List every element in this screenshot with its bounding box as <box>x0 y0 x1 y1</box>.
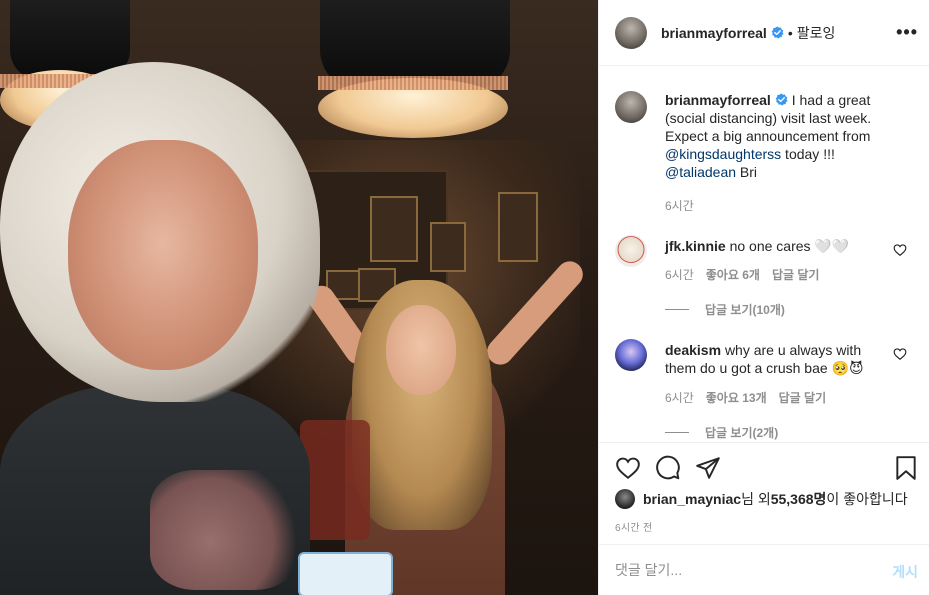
comment-body: no one cares 🤍🤍 <box>729 238 850 254</box>
comment-text: deakism why are u always with them do u … <box>665 341 875 377</box>
likes-text-1: 님 외 <box>741 491 771 507</box>
share-paper-plane-icon[interactable] <box>695 455 721 481</box>
commenter-avatar[interactable] <box>615 235 647 267</box>
post-comment-button[interactable]: 게시 <box>892 562 918 582</box>
photo-scene <box>0 0 598 595</box>
more-options-icon[interactable]: ••• <box>896 22 918 43</box>
comment-meta: 6시간 좋아요 13개 답글 달기 <box>665 389 826 406</box>
comments-section[interactable]: brianmayforreal I had a great (social di… <box>599 67 929 442</box>
caption-body-2: today !!! <box>781 146 835 162</box>
post-caption: brianmayforreal I had a great (social di… <box>615 91 915 181</box>
comment-timestamp[interactable]: 6시간 <box>665 389 694 406</box>
photo-wipes-pack <box>298 552 393 595</box>
post-header: brianmayforreal • 팔로잉 ••• <box>599 0 929 66</box>
photo-frame <box>498 192 538 262</box>
comment-item: deakism why are u always with them do u … <box>615 339 915 441</box>
liker-username[interactable]: brian_mayniac <box>643 491 741 507</box>
likes-text-2: 이 좋아합니다 <box>826 491 908 507</box>
view-replies-label[interactable]: 답글 보기(10개) <box>705 301 785 318</box>
caption-timestamp[interactable]: 6시간 <box>665 197 694 214</box>
view-replies-label[interactable]: 답글 보기(2개) <box>705 424 778 441</box>
photo-lamp-fringe <box>318 76 508 90</box>
photo-frame <box>430 222 466 272</box>
photo-frame <box>370 196 418 262</box>
photo-woman-face <box>386 305 456 395</box>
author-username[interactable]: brianmayforreal <box>661 25 767 41</box>
likes-summary: brian_mayniac 님 외 55,368명 이 좋아합니다 <box>615 489 908 509</box>
view-replies-button[interactable]: 답글 보기(2개) <box>665 424 778 441</box>
likes-count[interactable]: 55,368명 <box>771 489 827 509</box>
comment-meta: 6시간 좋아요 6개 답글 달기 <box>665 266 819 283</box>
comment-likes-count[interactable]: 좋아요 6개 <box>706 266 760 283</box>
mention-link-taliadean[interactable]: @taliadean <box>665 164 736 180</box>
commenter-username[interactable]: deakism <box>665 342 721 358</box>
comment-text: jfk.kinnie no one cares 🤍🤍 <box>665 237 875 255</box>
commenter-username[interactable]: jfk.kinnie <box>665 238 726 254</box>
verified-badge-icon <box>771 26 784 39</box>
author-avatar[interactable] <box>615 16 647 49</box>
verified-badge-icon <box>775 93 788 106</box>
replies-divider-line <box>665 309 689 310</box>
replies-divider-line <box>665 432 689 433</box>
post-timestamp[interactable]: 6시간 전 <box>615 519 652 534</box>
photo-chair <box>300 420 370 540</box>
reply-button[interactable]: 답글 달기 <box>772 266 820 283</box>
like-heart-icon[interactable] <box>615 455 641 481</box>
caption-text: brianmayforreal I had a great (social di… <box>665 91 895 181</box>
comment-like-heart-icon[interactable] <box>893 243 907 257</box>
comment-like-heart-icon[interactable] <box>893 347 907 361</box>
comment-likes-count[interactable]: 좋아요 13개 <box>706 389 767 406</box>
post-viewer: brianmayforreal • 팔로잉 ••• brianmayforrea… <box>0 0 929 595</box>
post-side-panel: brianmayforreal • 팔로잉 ••• brianmayforrea… <box>598 0 929 595</box>
following-button[interactable]: 팔로잉 <box>797 23 836 43</box>
header-separator: • <box>787 24 793 41</box>
post-photo[interactable] <box>0 0 598 595</box>
add-comment-bar: 게시 <box>599 544 929 595</box>
liker-avatar[interactable] <box>615 489 635 509</box>
photo-shirt-print <box>150 470 300 590</box>
comment-item: jfk.kinnie no one cares 🤍🤍 6시간 좋아요 6개 답글… <box>615 235 915 318</box>
view-replies-button[interactable]: 답글 보기(10개) <box>665 301 785 318</box>
caption-body-3: Bri <box>736 164 758 180</box>
comment-timestamp[interactable]: 6시간 <box>665 266 694 283</box>
caption-username[interactable]: brianmayforreal <box>665 92 771 108</box>
action-icons-row <box>615 455 916 483</box>
caption-author-avatar[interactable] <box>615 91 647 123</box>
bookmark-save-icon[interactable] <box>893 455 919 481</box>
add-comment-input[interactable] <box>615 562 865 578</box>
commenter-avatar[interactable] <box>615 339 647 371</box>
post-actions: brian_mayniac 님 외 55,368명 이 좋아합니다 6시간 전 <box>599 442 929 534</box>
reply-button[interactable]: 답글 달기 <box>779 389 827 406</box>
comment-bubble-icon[interactable] <box>655 455 681 481</box>
photo-man-face <box>68 140 258 370</box>
mention-link-kingsdaughterss[interactable]: @kingsdaughterss <box>665 146 781 162</box>
